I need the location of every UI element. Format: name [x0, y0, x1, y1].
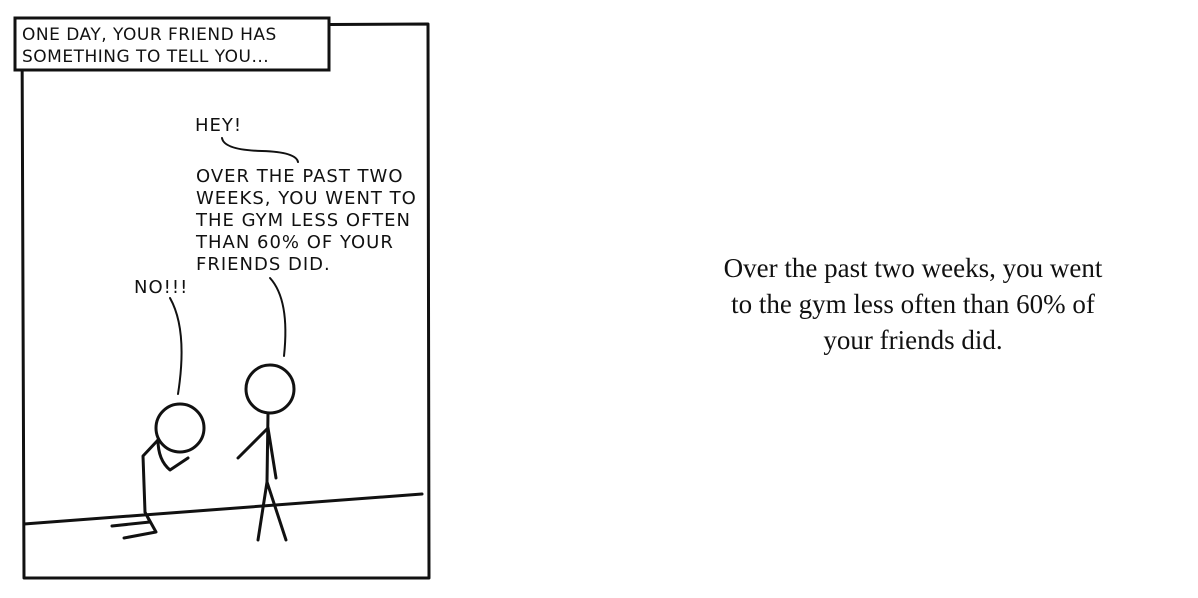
standing-figure-body	[265, 411, 270, 484]
sitting-figure-head	[154, 402, 206, 454]
caption-line-1: ONE DAY, YOUR FRIEND HAS	[22, 25, 277, 45]
sitting-figure-body	[141, 438, 160, 514]
side-text-line-1: Over the past two weeks, you went	[723, 253, 1103, 283]
comic-panel: ONE DAY, YOUR FRIEND HAS SOMETHING TO TE…	[13, 16, 431, 580]
speech-line-3: THE GYM LESS OFTEN	[195, 210, 411, 231]
speech-line-2: WEEKS, YOU WENT TO	[196, 188, 417, 209]
speech-tail-reply	[169, 297, 183, 395]
speech-reply: NO!!!	[134, 277, 188, 298]
speech-line-1: OVER THE PAST TWO	[196, 166, 404, 187]
speech-tail-hey	[221, 137, 299, 163]
floor-line	[22, 492, 424, 526]
side-text: Over the past two weeks, you went to the…	[660, 250, 1166, 358]
standing-figure-arms	[236, 426, 278, 480]
side-text-line-2: to the gym less often than 60% of	[731, 289, 1095, 319]
speech-line-4: THAN 60% OF YOUR	[195, 232, 394, 253]
sitting-figure	[110, 402, 206, 540]
standing-figure-head	[244, 363, 296, 415]
speech-hey: HEY!	[195, 115, 242, 136]
side-text-line-3: your friends did.	[823, 325, 1003, 355]
standing-figure	[236, 363, 296, 542]
speech-line-5: FRIENDS DID.	[196, 254, 331, 275]
panel-border	[20, 22, 431, 580]
speech-tail-friend	[269, 277, 287, 357]
standing-figure-legs	[256, 480, 288, 542]
caption-line-2: SOMETHING TO TELL YOU...	[22, 47, 269, 67]
